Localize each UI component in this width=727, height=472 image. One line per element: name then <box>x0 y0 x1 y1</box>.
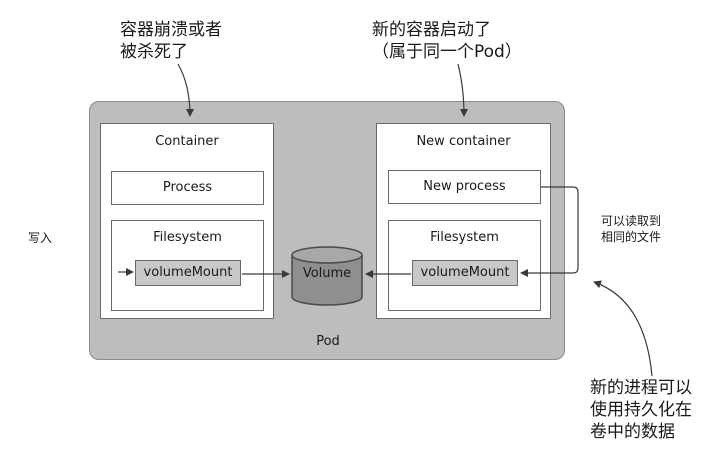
persisted-line-2: 使用持久化在 <box>590 400 692 420</box>
persisted-annotation: 新的进程可以 使用持久化在 卷中的数据 <box>590 377 692 443</box>
write-annotation: 写入 <box>28 231 53 245</box>
read-loop-arrow <box>520 186 579 277</box>
crash-arrow <box>177 63 194 117</box>
can-read-line-1: 可以读取到 <box>601 214 662 228</box>
persisted-line-3: 卷中的数据 <box>590 422 675 442</box>
persisted-arrow <box>593 280 653 377</box>
can-read-line-2: 相同的文件 <box>601 230 662 244</box>
persisted-line-1: 新的进程可以 <box>590 378 692 398</box>
new-container-arrow <box>457 63 468 117</box>
can-read-annotation: 可以读取到 相同的文件 <box>601 213 661 245</box>
volume-label: Volume <box>302 266 352 281</box>
